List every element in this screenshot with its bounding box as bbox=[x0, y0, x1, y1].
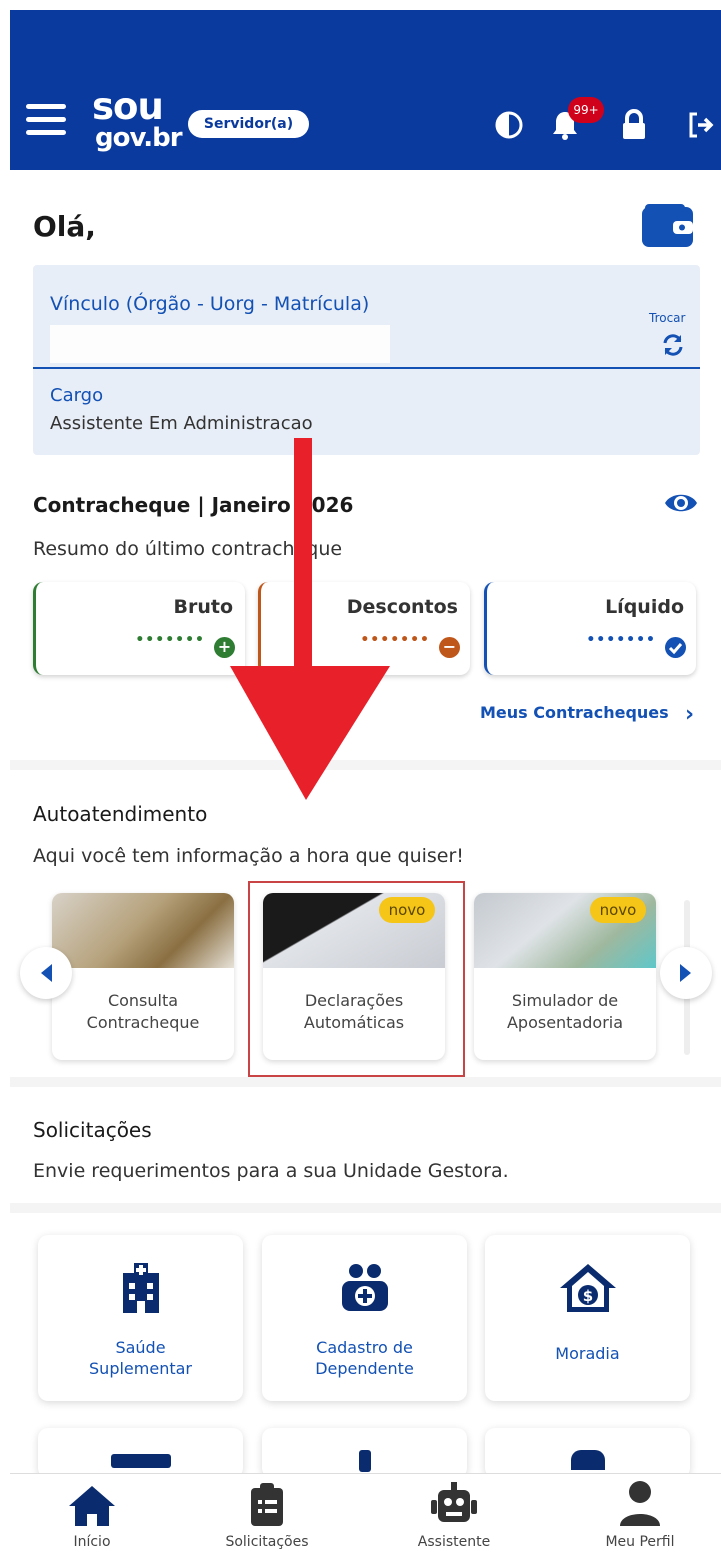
logout-icon[interactable] bbox=[684, 108, 718, 142]
card-image bbox=[52, 893, 234, 968]
clipboard-icon bbox=[202, 1480, 332, 1528]
role-badge[interactable]: Servidor(a) bbox=[188, 110, 309, 138]
eye-icon[interactable] bbox=[663, 488, 699, 522]
card-label: Saúde Suplementar bbox=[89, 1338, 192, 1378]
consulta-contracheque-card[interactable]: Consulta Contracheque bbox=[52, 893, 234, 1060]
solicitacoes-subtitle: Envie requerimentos para a sua Unidade G… bbox=[33, 1160, 509, 1182]
nav-inicio[interactable]: Início bbox=[27, 1480, 157, 1560]
contrast-icon[interactable] bbox=[492, 108, 526, 142]
robot-icon bbox=[389, 1480, 519, 1528]
menu-icon[interactable] bbox=[26, 104, 66, 138]
home-icon bbox=[27, 1480, 157, 1528]
nav-label: Meu Perfil bbox=[605, 1534, 675, 1550]
check-icon bbox=[665, 637, 686, 658]
nav-meu-perfil[interactable]: Meu Perfil bbox=[575, 1480, 705, 1560]
saude-suplementar-card[interactable]: Saúde Suplementar bbox=[38, 1235, 243, 1401]
notification-badge: 99+ bbox=[568, 97, 604, 123]
section-divider bbox=[10, 1203, 721, 1213]
caret-right-icon bbox=[680, 964, 691, 982]
red-arrow-annotation bbox=[230, 438, 390, 800]
caret-left-icon bbox=[41, 964, 52, 982]
nav-label: Início bbox=[73, 1534, 111, 1550]
minus-icon: − bbox=[439, 637, 460, 658]
wallet-icon[interactable] bbox=[641, 203, 694, 248]
refresh-icon[interactable] bbox=[660, 332, 686, 362]
card-label: Cadastro de Dependente bbox=[315, 1338, 414, 1378]
novo-badge: novo bbox=[590, 897, 646, 923]
autoatendimento-subtitle: Aqui você tem informação a hora que quis… bbox=[33, 845, 464, 867]
carousel-prev-button[interactable] bbox=[20, 947, 72, 999]
svg-text:$: $ bbox=[582, 1287, 592, 1305]
section-divider bbox=[10, 1077, 721, 1087]
house-dollar-icon: $ bbox=[485, 1253, 690, 1323]
vinculo-value-redacted bbox=[50, 325, 390, 363]
lock-icon[interactable] bbox=[617, 108, 651, 142]
solicitacoes-title: Solicitações bbox=[33, 1118, 152, 1142]
nav-assistente[interactable]: Assistente bbox=[389, 1480, 519, 1560]
dependents-icon bbox=[262, 1253, 467, 1323]
liquido-masked-value: ••••••• bbox=[586, 632, 656, 648]
logo-sou: sou bbox=[92, 85, 164, 128]
vinculo-title: Vínculo (Órgão - Uorg - Matrícula) bbox=[50, 293, 370, 315]
chevron-right-icon[interactable]: › bbox=[685, 702, 694, 727]
user-icon bbox=[575, 1480, 705, 1528]
nav-label: Solicitações bbox=[225, 1534, 309, 1550]
card-label: Simulador de Aposentadoria bbox=[506, 991, 624, 1032]
moradia-card[interactable]: $ Moradia bbox=[485, 1235, 690, 1401]
bruto-label: Bruto bbox=[173, 596, 233, 618]
liquido-label: Líquido bbox=[605, 596, 684, 618]
solicitacao-card-partial[interactable] bbox=[38, 1428, 243, 1478]
nav-solicitacoes[interactable]: Solicitações bbox=[202, 1480, 332, 1560]
greeting-text: Olá, bbox=[33, 210, 96, 243]
trocar-button[interactable]: Trocar bbox=[649, 311, 685, 325]
nav-label: Assistente bbox=[417, 1534, 491, 1550]
solicitacao-card-partial[interactable] bbox=[262, 1428, 467, 1478]
autoatendimento-title: Autoatendimento bbox=[33, 802, 208, 826]
solicitacao-card-partial[interactable] bbox=[485, 1428, 690, 1478]
hospital-icon bbox=[38, 1253, 243, 1323]
simulador-aposentadoria-card[interactable]: novo Simulador de Aposentadoria bbox=[474, 893, 656, 1060]
logo-govbr: gov.br bbox=[95, 123, 183, 153]
highlight-box bbox=[248, 881, 465, 1077]
card-label: Consulta Contracheque bbox=[86, 991, 200, 1032]
carousel-next-button[interactable] bbox=[660, 947, 712, 999]
bruto-card[interactable]: Bruto ••••••• + bbox=[33, 582, 245, 675]
meus-contracheques-link[interactable]: Meus Contracheques bbox=[480, 703, 669, 722]
liquido-card[interactable]: Líquido ••••••• bbox=[484, 582, 696, 675]
cadastro-dependente-card[interactable]: Cadastro de Dependente bbox=[262, 1235, 467, 1401]
card-label: Moradia bbox=[555, 1344, 620, 1363]
bruto-masked-value: ••••••• bbox=[135, 632, 205, 648]
vinculo-divider bbox=[33, 367, 700, 369]
cargo-value: Assistente Em Administracao bbox=[50, 413, 313, 434]
cargo-label: Cargo bbox=[50, 385, 104, 406]
